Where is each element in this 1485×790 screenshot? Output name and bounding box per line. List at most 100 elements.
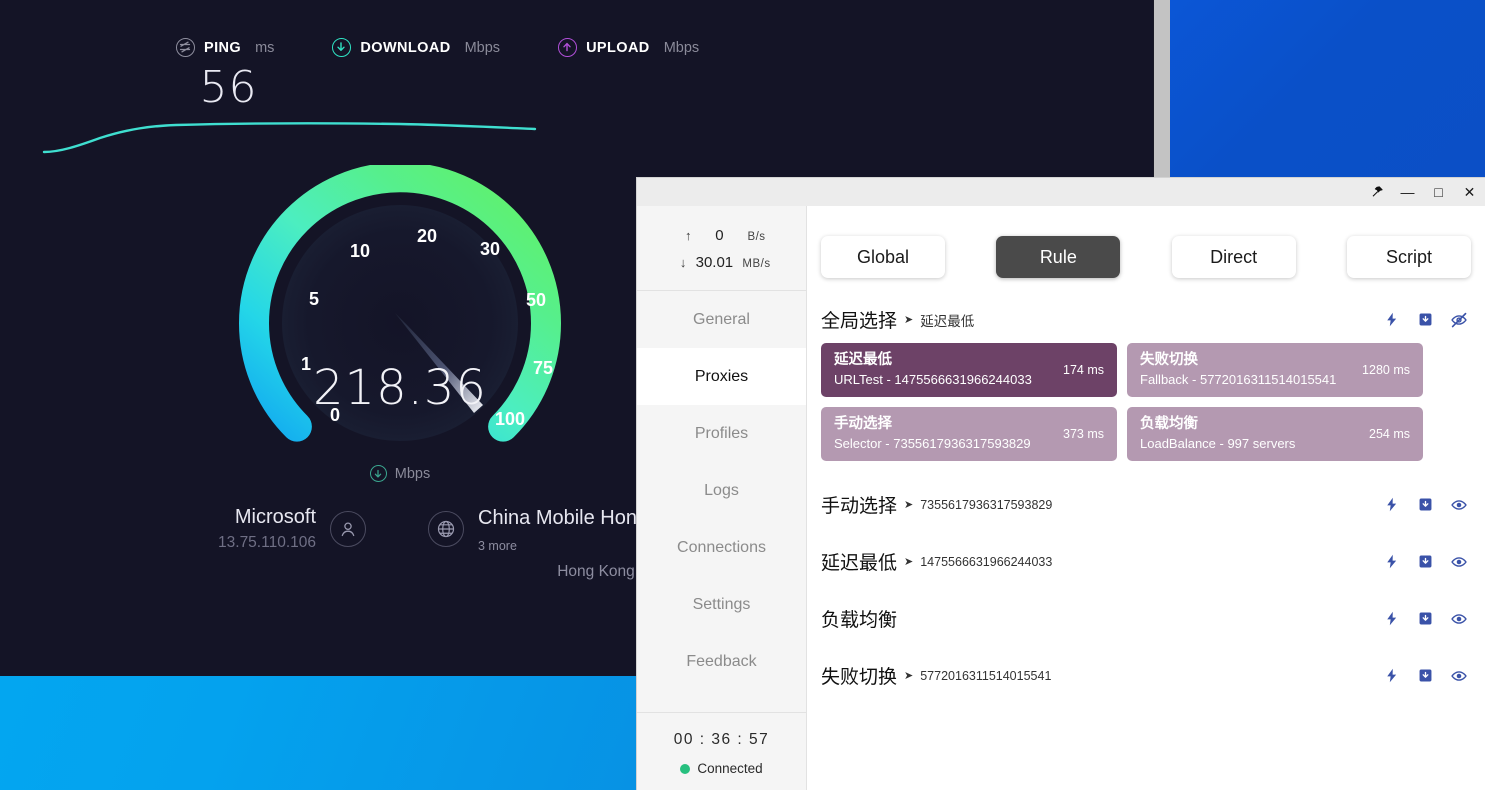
eye-icon[interactable]	[1449, 552, 1469, 572]
proxy-card-sub: Fallback - 5772016311514015541	[1140, 372, 1337, 387]
metric-ping-label: PING	[204, 39, 242, 56]
upload-speed-value: 0	[715, 227, 724, 244]
proxy-group-row[interactable]: 手动选择 ➤ 7355617936317593829	[807, 491, 1485, 518]
status-dot-icon	[680, 763, 691, 774]
sidebar-item-proxies[interactable]: Proxies	[637, 348, 806, 405]
proxy-card-delay: 373 ms	[1063, 427, 1104, 441]
proxy-card-delay: 174 ms	[1063, 363, 1104, 377]
metric-download-label: DOWNLOAD	[360, 39, 451, 56]
speedtest-metrics-header: PING ms DOWNLOAD Mbps UPLOAD Mbps	[0, 38, 1153, 66]
metric-upload-label: UPLOAD	[586, 39, 650, 56]
sidebar-item-profiles[interactable]: Profiles	[637, 405, 806, 462]
proxy-card-delay: 1280 ms	[1362, 363, 1410, 377]
eye-off-icon[interactable]	[1449, 310, 1469, 330]
proxy-group-row[interactable]: 失败切换 ➤ 5772016311514015541	[807, 662, 1485, 689]
svg-text:20: 20	[417, 226, 437, 246]
mode-direct[interactable]: Direct	[1171, 236, 1296, 278]
person-icon[interactable]	[330, 511, 366, 547]
proxy-card-name: 失败切换	[1140, 352, 1198, 369]
isp-ip: 13.75.110.106	[218, 534, 316, 551]
chevron-right-icon: ➤	[904, 670, 914, 682]
proxy-group-row[interactable]: 负载均衡	[807, 605, 1485, 632]
metric-upload: UPLOAD Mbps	[558, 38, 699, 57]
proxy-group-row[interactable]: 延迟最低 ➤ 1475566631966244033	[807, 548, 1485, 575]
metric-download: DOWNLOAD Mbps	[332, 38, 500, 57]
speedtest-icon[interactable]	[1381, 495, 1401, 515]
upload-arrow-icon: ↑	[684, 228, 692, 243]
sidebar-item-general[interactable]: General	[637, 291, 806, 348]
collapse-icon[interactable]	[1415, 552, 1435, 572]
eye-icon[interactable]	[1449, 495, 1469, 515]
maximize-button[interactable]: □	[1423, 178, 1454, 206]
proxy-card-name: 手动选择	[834, 416, 892, 433]
proxy-group-header-global[interactable]: 全局选择 ➤ 延迟最低	[807, 306, 1485, 333]
proxy-card[interactable]: 手动选择 Selector - 7355617936317593829 373 …	[821, 407, 1117, 461]
traffic-stats: ↑ 0 B/s ↓ 30.01 MB/s	[637, 206, 806, 291]
collapse-icon[interactable]	[1415, 495, 1435, 515]
download-speed-unit: MB/s	[742, 258, 771, 270]
window-titlebar[interactable]: — □ ✕	[637, 178, 1485, 206]
mode-switcher: Global Rule Direct Script	[807, 206, 1485, 278]
metric-upload-unit: Mbps	[663, 39, 700, 56]
group-title: 失败切换	[821, 667, 898, 688]
pin-icon[interactable]	[1361, 178, 1392, 206]
proxy-card-sub: URLTest - 1475566631966244033	[834, 372, 1032, 387]
speedtest-icon[interactable]	[1381, 552, 1401, 572]
proxy-card[interactable]: 延迟最低 URLTest - 1475566631966244033 174 m…	[821, 343, 1117, 397]
close-button[interactable]: ✕	[1454, 178, 1485, 206]
svg-text:10: 10	[350, 241, 370, 261]
collapse-icon[interactable]	[1415, 666, 1435, 686]
group-title: 延迟最低	[821, 553, 898, 574]
proxy-card-delay: 254 ms	[1369, 427, 1410, 441]
group-current-selection: 延迟最低	[920, 313, 975, 329]
eye-icon[interactable]	[1449, 666, 1469, 686]
proxy-card[interactable]: 负载均衡 LoadBalance - 997 servers 254 ms	[1127, 407, 1423, 461]
mode-global[interactable]: Global	[821, 236, 945, 278]
chevron-right-icon: ➤	[904, 556, 914, 568]
proxy-card-sub: LoadBalance - 997 servers	[1140, 436, 1296, 451]
group-actions	[1381, 666, 1469, 686]
uptime-timer: 00 : 36 : 57	[673, 731, 770, 748]
mode-rule[interactable]: Rule	[996, 236, 1121, 278]
proxies-content: Global Rule Direct Script 全局选择 ➤ 延迟最低 延迟…	[807, 206, 1485, 790]
sidebar-item-settings[interactable]: Settings	[637, 576, 806, 633]
group-title: 全局选择	[821, 311, 898, 332]
upload-speed-unit: B/s	[747, 231, 766, 243]
clash-body: ↑ 0 B/s ↓ 30.01 MB/s General Proxies Pro…	[637, 206, 1485, 790]
group-actions	[1381, 310, 1469, 330]
proxy-card-grid: 延迟最低 URLTest - 1475566631966244033 174 m…	[807, 333, 1485, 461]
group-current-selection: 1475566631966244033	[920, 554, 1053, 569]
upload-icon	[558, 38, 578, 57]
traffic-download-row: ↓ 30.01 MB/s	[637, 249, 806, 276]
sidebar: ↑ 0 B/s ↓ 30.01 MB/s General Proxies Pro…	[637, 206, 807, 790]
speedtest-icon[interactable]	[1381, 310, 1401, 330]
status-label: Connected	[697, 761, 763, 776]
connection-status: Connected	[637, 761, 806, 776]
group-title: 负载均衡	[821, 610, 898, 631]
speedtest-icon[interactable]	[1381, 666, 1401, 686]
background-window-scrollbar[interactable]	[1153, 0, 1170, 178]
proxy-card[interactable]: 失败切换 Fallback - 5772016311514015541 1280…	[1127, 343, 1423, 397]
sidebar-item-connections[interactable]: Connections	[637, 519, 806, 576]
speed-gauge: 0 1 5 10 20 30 50 75 100 218.36 Mbps	[225, 165, 575, 485]
eye-icon[interactable]	[1449, 609, 1469, 629]
ping-icon	[176, 38, 195, 57]
gauge-unit-row: Mbps	[225, 465, 575, 482]
proxy-card-name: 负载均衡	[1140, 416, 1198, 433]
group-current-selection: 5772016311514015541	[920, 668, 1052, 683]
metric-ping-unit: ms	[255, 39, 275, 56]
minimize-button[interactable]: —	[1392, 178, 1423, 206]
speedtest-icon[interactable]	[1381, 609, 1401, 629]
ping-graph	[0, 100, 620, 170]
group-actions	[1381, 495, 1469, 515]
globe-icon[interactable]	[428, 511, 464, 547]
sidebar-item-feedback[interactable]: Feedback	[637, 633, 806, 690]
mode-script[interactable]: Script	[1346, 236, 1471, 278]
collapse-icon[interactable]	[1415, 609, 1435, 629]
traffic-upload-row: ↑ 0 B/s	[637, 222, 806, 249]
svg-text:30: 30	[480, 239, 500, 259]
group-title: 手动选择	[821, 496, 898, 517]
sidebar-item-logs[interactable]: Logs	[637, 462, 806, 519]
collapse-icon[interactable]	[1415, 310, 1435, 330]
group-current-selection: 7355617936317593829	[920, 497, 1053, 512]
